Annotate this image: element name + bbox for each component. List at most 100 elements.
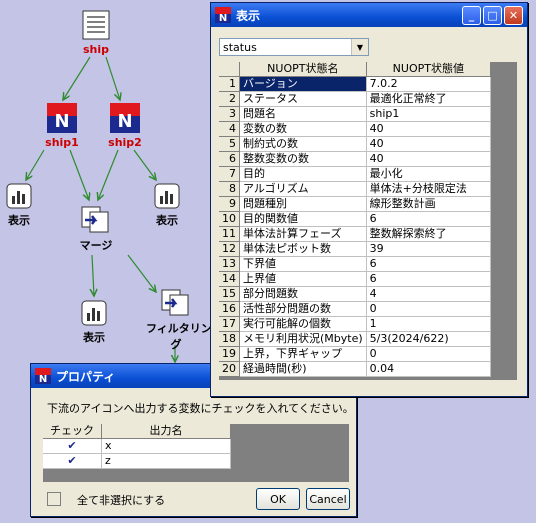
status-value[interactable]: 5/3(2024/622) bbox=[366, 331, 492, 347]
table-row[interactable]: 18 メモリ利用状況(Mbyte) 5/3(2024/622) bbox=[219, 331, 492, 347]
table-row[interactable]: 2 ステータス 最適化正常終了 bbox=[219, 91, 492, 107]
row-number: 10 bbox=[219, 211, 240, 227]
status-value[interactable]: 整数解探索終了 bbox=[366, 226, 492, 242]
status-name[interactable]: 上界，下界ギャップ bbox=[239, 346, 367, 362]
status-name[interactable]: 下界値 bbox=[239, 256, 367, 272]
table-row[interactable]: 5 制約式の数 40 bbox=[219, 136, 492, 152]
status-value[interactable]: 1 bbox=[366, 316, 492, 332]
node-merge[interactable]: マージ bbox=[74, 206, 118, 253]
status-value[interactable]: 単体法+分枝限定法 bbox=[366, 181, 492, 197]
status-name[interactable]: 目的 bbox=[239, 166, 367, 182]
node-label: 表示 bbox=[8, 214, 30, 227]
table-row[interactable]: 15 部分問題数 4 bbox=[219, 286, 492, 302]
status-name[interactable]: 変数の数 bbox=[239, 121, 367, 137]
display-window: N 表示 _ □ ✕ status ▼ NUOPT状態名 NUOPT状態値 1バ… bbox=[210, 2, 528, 397]
status-value[interactable]: 39 bbox=[366, 241, 492, 257]
node-filtering[interactable]: フィルタリン グ bbox=[146, 289, 212, 352]
node-ship[interactable]: ship bbox=[78, 10, 114, 56]
table-row[interactable]: 12 単体法ピボット数 39 bbox=[219, 241, 492, 257]
status-name[interactable]: バージョン bbox=[239, 76, 367, 92]
nuopt-solver-icon: N bbox=[47, 103, 77, 133]
status-value[interactable]: 6 bbox=[366, 211, 492, 227]
status-name[interactable]: 上界値 bbox=[239, 271, 367, 287]
status-value[interactable]: 線形整数計画 bbox=[366, 196, 492, 212]
grid-header: NUOPT状態名 NUOPT状態値 bbox=[219, 62, 492, 77]
row-number: 7 bbox=[219, 166, 240, 182]
row-number: 2 bbox=[219, 91, 240, 107]
title-bar[interactable]: N 表示 _ □ ✕ bbox=[211, 3, 527, 27]
node-label: グ bbox=[170, 338, 182, 351]
status-value[interactable]: 40 bbox=[366, 151, 492, 167]
output-grid[interactable]: チェック 出力名 ✔ x ✔ z bbox=[43, 424, 349, 482]
chevron-down-icon[interactable]: ▼ bbox=[351, 39, 368, 55]
maximize-icon[interactable]: □ bbox=[483, 6, 502, 25]
checkmark-icon[interactable]: ✔ bbox=[43, 453, 102, 469]
nuopt-app-icon: N bbox=[35, 368, 51, 384]
status-name[interactable]: 単体法ピボット数 bbox=[239, 241, 367, 257]
status-value[interactable]: 4 bbox=[366, 286, 492, 302]
status-value[interactable]: 6 bbox=[366, 256, 492, 272]
status-name[interactable]: 問題名 bbox=[239, 106, 367, 122]
status-value[interactable]: 6 bbox=[366, 271, 492, 287]
table-row[interactable]: 6 整数変数の数 40 bbox=[219, 151, 492, 167]
table-row[interactable]: 7 目的 最小化 bbox=[219, 166, 492, 182]
status-value[interactable]: 最適化正常終了 bbox=[366, 91, 492, 107]
bar-chart-icon bbox=[6, 183, 32, 209]
table-row[interactable]: 11 単体法計算フェーズ 整数解探索終了 bbox=[219, 226, 492, 242]
table-row[interactable]: 19 上界，下界ギャップ 0 bbox=[219, 346, 492, 362]
table-row[interactable]: 14 上界値 6 bbox=[219, 271, 492, 287]
table-row[interactable]: 9 問題種別 線形整数計画 bbox=[219, 196, 492, 212]
status-name[interactable]: 経過時間(秒) bbox=[239, 361, 367, 377]
node-display-bottom[interactable]: 表示 bbox=[76, 300, 112, 345]
deselect-all-checkbox[interactable] bbox=[47, 492, 61, 506]
status-value[interactable]: ship1 bbox=[366, 106, 492, 122]
node-display-left[interactable]: 表示 bbox=[2, 183, 36, 228]
table-row[interactable]: 13 下界値 6 bbox=[219, 256, 492, 272]
table-row[interactable]: 16 活性部分問題の数 0 bbox=[219, 301, 492, 317]
status-name[interactable]: メモリ利用状況(Mbyte) bbox=[239, 331, 367, 347]
status-name[interactable]: 目的関数値 bbox=[239, 211, 367, 227]
status-value[interactable]: 40 bbox=[366, 121, 492, 137]
status-name[interactable]: 単体法計算フェーズ bbox=[239, 226, 367, 242]
status-name[interactable]: 活性部分問題の数 bbox=[239, 301, 367, 317]
minimize-icon[interactable]: _ bbox=[462, 6, 481, 25]
table-row[interactable]: 8 アルゴリズム 単体法+分枝限定法 bbox=[219, 181, 492, 197]
table-row[interactable]: 4 変数の数 40 bbox=[219, 121, 492, 137]
table-row[interactable]: ✔ z bbox=[43, 453, 231, 469]
row-number: 17 bbox=[219, 316, 240, 332]
status-name[interactable]: 整数変数の数 bbox=[239, 151, 367, 167]
status-name[interactable]: 問題種別 bbox=[239, 196, 367, 212]
status-name[interactable]: 実行可能解の個数 bbox=[239, 316, 367, 332]
table-row[interactable]: 17 実行可能解の個数 1 bbox=[219, 316, 492, 332]
status-value[interactable]: 0 bbox=[366, 346, 492, 362]
status-value[interactable]: 7.0.2 bbox=[366, 76, 492, 92]
status-value[interactable]: 0 bbox=[366, 301, 492, 317]
status-name[interactable]: アルゴリズム bbox=[239, 181, 367, 197]
node-ship1[interactable]: N ship1 bbox=[40, 103, 84, 149]
output-name: z bbox=[101, 453, 231, 469]
row-number: 8 bbox=[219, 181, 240, 197]
node-ship2[interactable]: N ship2 bbox=[103, 103, 147, 149]
status-value[interactable]: 最小化 bbox=[366, 166, 492, 182]
status-value[interactable]: 0.04 bbox=[366, 361, 492, 377]
result-type-dropdown[interactable]: status ▼ bbox=[219, 38, 369, 56]
table-row[interactable]: 20 経過時間(秒) 0.04 bbox=[219, 361, 492, 377]
table-row[interactable]: 10 目的関数値 6 bbox=[219, 211, 492, 227]
svg-text:N: N bbox=[54, 111, 69, 132]
row-number: 18 bbox=[219, 331, 240, 347]
close-icon[interactable]: ✕ bbox=[504, 6, 523, 25]
data-sheet-icon bbox=[82, 10, 110, 40]
table-row[interactable]: ✔ x bbox=[43, 438, 231, 454]
status-value[interactable]: 40 bbox=[366, 136, 492, 152]
ok-button[interactable]: OK bbox=[256, 488, 300, 510]
table-row[interactable]: 3 問題名 ship1 bbox=[219, 106, 492, 122]
status-name[interactable]: 制約式の数 bbox=[239, 136, 367, 152]
node-label: ship2 bbox=[108, 136, 142, 149]
status-grid[interactable]: NUOPT状態名 NUOPT状態値 1 バージョン 7.0.2 2 ステータス 最適化正常… bbox=[219, 62, 517, 380]
status-name[interactable]: 部分問題数 bbox=[239, 286, 367, 302]
table-row[interactable]: 1 バージョン 7.0.2 bbox=[219, 76, 492, 92]
status-name[interactable]: ステータス bbox=[239, 91, 367, 107]
cancel-button[interactable]: Cancel bbox=[306, 488, 350, 510]
node-display-right[interactable]: 表示 bbox=[150, 183, 184, 228]
checkmark-icon[interactable]: ✔ bbox=[43, 438, 102, 454]
